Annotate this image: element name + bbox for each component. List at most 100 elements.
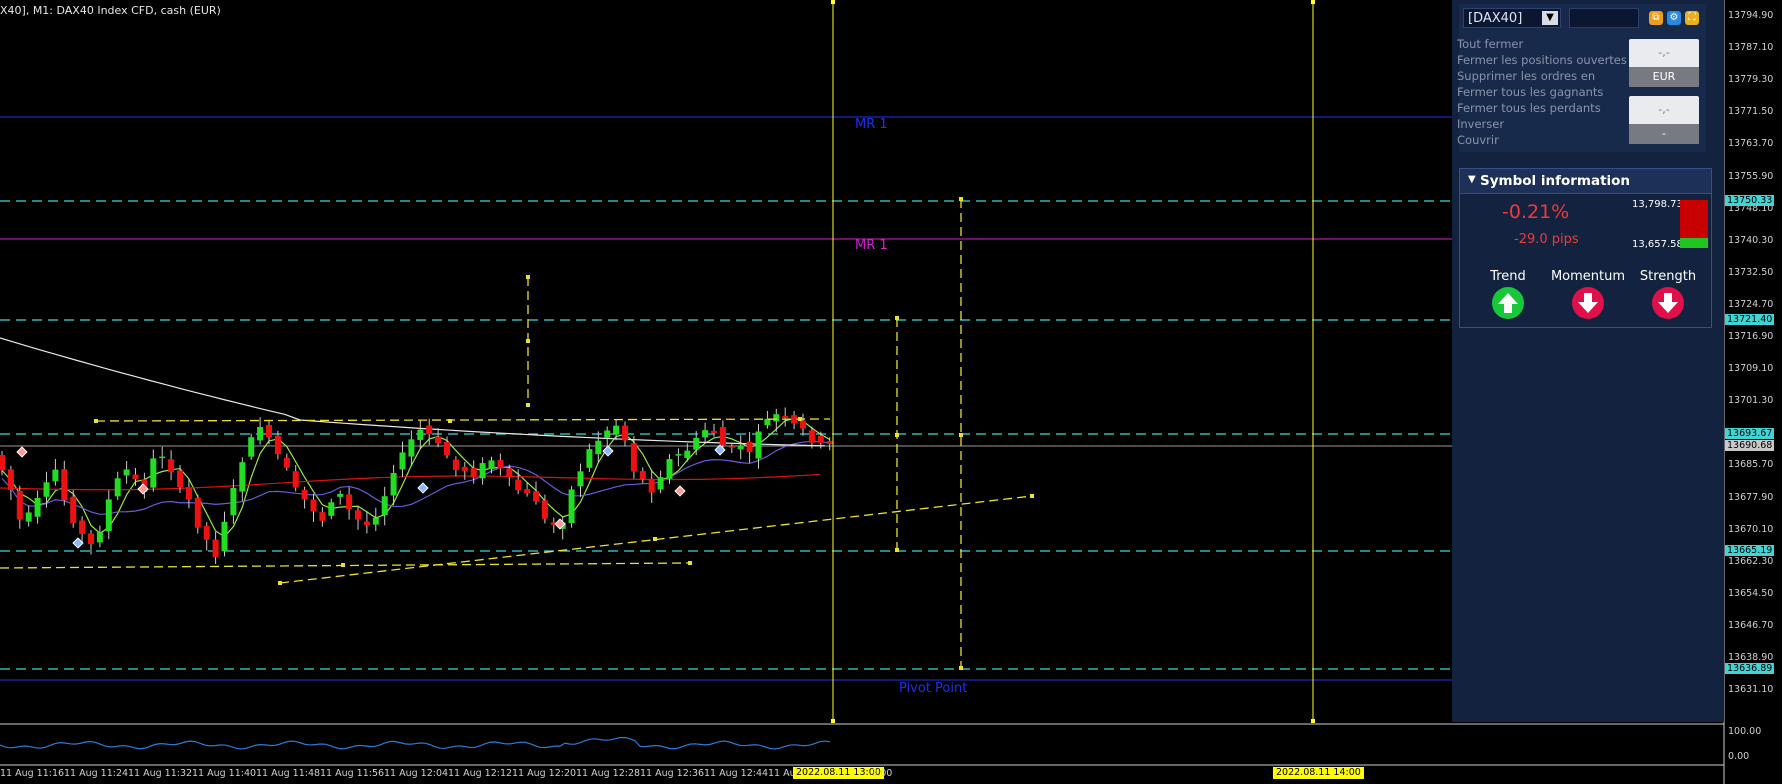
price-axis-label: 13771.50: [1728, 106, 1774, 117]
price-tag: 13636.89: [1725, 663, 1775, 674]
object-handle-10: [526, 403, 530, 407]
momentum-down-arrow-icon: [1572, 287, 1604, 319]
time-axis-label: 11 Aug 11:24: [64, 768, 129, 779]
candle-body: [337, 493, 344, 497]
signal-diamond-icon: [674, 485, 686, 497]
candle-body: [283, 457, 290, 468]
candle-body: [773, 414, 780, 422]
candle-body: [622, 425, 628, 441]
candle-body: [274, 435, 281, 455]
candle-body: [675, 454, 682, 456]
candle-body: [52, 469, 59, 482]
gear-icon[interactable]: ⚙: [1667, 11, 1681, 25]
price-tag: 13665.19: [1725, 545, 1775, 556]
price-axis-label: 13685.70: [1728, 459, 1774, 470]
copy-icon[interactable]: ⧉: [1649, 11, 1663, 25]
candle-body: [604, 430, 611, 438]
time-axis-label: 11 Aug 11:32: [128, 768, 193, 779]
window-title: X40], M1: DAX40 Index CFD, cash (EUR): [0, 4, 221, 17]
object-handle-9: [526, 339, 530, 343]
candle-body: [452, 459, 459, 471]
candle-body: [25, 512, 32, 522]
price-axis-label: 13670.10: [1728, 524, 1774, 535]
buy-button-currency[interactable]: EUR: [1629, 67, 1699, 87]
menu-item-3[interactable]: Fermer tous les gagnants: [1457, 84, 1627, 100]
object-handle-3: [341, 563, 345, 567]
object-handle-12: [895, 433, 899, 437]
candle-body: [266, 424, 272, 438]
menu-item-6[interactable]: Couvrir: [1457, 132, 1627, 148]
expand-icon[interactable]: ⛶: [1685, 11, 1699, 25]
candle-body: [381, 496, 388, 515]
price-axis-label: 13794.90: [1728, 10, 1774, 21]
candle-body: [506, 468, 513, 478]
menu-item-4[interactable]: Fermer tous les perdants: [1457, 100, 1627, 116]
price-tag: 13690.68: [1725, 440, 1775, 451]
time-axis-label: 11 Aug 11:56: [320, 768, 385, 779]
candle-body: [613, 425, 620, 435]
collapse-triangle-icon[interactable]: ▼: [1468, 174, 1476, 185]
sell-button-value[interactable]: -,-: [1629, 96, 1699, 124]
candle-body: [43, 482, 50, 497]
price-axis-label: 13724.70: [1728, 299, 1774, 310]
subwindow-axis-label: 0.00: [1728, 751, 1750, 762]
menu-item-0[interactable]: Tout fermer: [1457, 36, 1627, 52]
candle-body: [185, 487, 192, 500]
candle-body: [159, 456, 166, 459]
candle-body: [7, 469, 14, 491]
price-axis-label: 13631.10: [1728, 684, 1774, 695]
candle-body: [150, 458, 157, 488]
candle-body: [328, 502, 335, 516]
level-label-mr1-magenta: MR 1: [855, 238, 888, 253]
price-axis-label: 13779.30: [1728, 74, 1774, 85]
candle-body: [123, 469, 130, 476]
candle-body: [177, 470, 183, 488]
object-handle-1: [448, 419, 452, 423]
time-axis-label: 11 Aug 11:40: [192, 768, 257, 779]
time-axis-label: 11 Aug 12:44: [704, 768, 769, 779]
candle-body: [257, 426, 264, 441]
candle-body: [568, 489, 575, 524]
signal-diamond-icon: [417, 482, 429, 494]
candle-body: [0, 454, 5, 471]
object-handle-14: [959, 197, 963, 201]
lot-size-input[interactable]: [1569, 8, 1639, 28]
buy-button-value[interactable]: -,-: [1629, 39, 1699, 67]
price-axis-label: 13732.50: [1728, 267, 1774, 278]
object-handle-7: [1030, 494, 1034, 498]
symbol-info-box: ▼ Symbol information -0.21% -29.0 pips 1…: [1459, 168, 1712, 328]
momentum-label: Momentum: [1550, 269, 1626, 284]
sell-button[interactable]: -,- -: [1629, 96, 1699, 144]
sell-button-sub[interactable]: -: [1629, 124, 1699, 144]
price-axis-label: 13662.30: [1728, 556, 1774, 567]
day-high: 13,798.73: [1632, 199, 1683, 210]
buy-button[interactable]: -,- EUR: [1629, 39, 1699, 87]
candle-body: [515, 479, 522, 491]
candle-body: [702, 430, 709, 438]
price-tag: 13721.40: [1725, 314, 1775, 325]
menu-item-1[interactable]: Fermer les positions ouvertes: [1457, 52, 1627, 68]
candle-body: [737, 446, 744, 450]
candle-body: [426, 425, 433, 435]
time-axis-label: 11 Aug 11:16: [0, 768, 65, 779]
signal-diamond-icon: [16, 446, 28, 458]
price-axis-label: 13755.90: [1728, 171, 1774, 182]
price-axis-label: 13638.90: [1728, 652, 1774, 663]
candle-body: [470, 468, 477, 478]
candle-body: [488, 460, 495, 469]
menu-item-2[interactable]: Supprimer les ordres en: [1457, 68, 1627, 84]
chevron-down-icon[interactable]: ▼: [1542, 11, 1558, 25]
symbol-info-header[interactable]: ▼ Symbol information: [1460, 169, 1711, 194]
candle-body: [212, 539, 219, 558]
object-handle-11: [895, 316, 899, 320]
price-tag: 13750.33: [1725, 195, 1775, 206]
object-handle-15: [959, 433, 963, 437]
price-axis-label: 13646.70: [1728, 620, 1774, 631]
candle-body: [239, 462, 246, 492]
candle-body: [719, 427, 726, 445]
menu-item-5[interactable]: Inverser: [1457, 116, 1627, 132]
symbol-select[interactable]: [DAX40] ▼: [1463, 8, 1561, 28]
candle-body: [630, 443, 637, 472]
candle-body: [595, 440, 602, 455]
candle-body: [639, 471, 646, 480]
